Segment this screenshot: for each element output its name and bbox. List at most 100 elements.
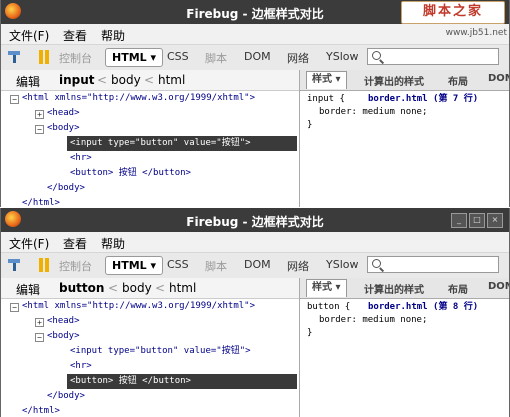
close-icon[interactable]: × (487, 213, 503, 228)
breadcrumb-separator: < (155, 281, 166, 295)
pause-icon[interactable] (39, 50, 50, 64)
breadcrumb-item[interactable]: html (158, 73, 185, 87)
tree-node-head[interactable]: <head> (47, 106, 80, 121)
search-input[interactable] (367, 256, 499, 273)
tab-style[interactable]: 样式 ▾ (306, 71, 347, 89)
side-panel: 样式 ▾ 计算出的样式 布局 DOM border.html (第 8 行) b… (300, 278, 509, 417)
menu-file[interactable]: 文件(F) (9, 27, 49, 44)
tab-net[interactable]: 网络 (287, 50, 309, 66)
collapse-icon[interactable]: − (35, 125, 44, 134)
tab-layout[interactable]: 布局 (448, 73, 468, 88)
collapse-icon[interactable]: − (35, 333, 44, 342)
window-controls: _ □ × (449, 212, 503, 228)
tab-dom[interactable]: DOM (244, 50, 271, 63)
collapse-icon[interactable]: − (10, 303, 19, 312)
expand-icon[interactable]: + (35, 110, 44, 119)
title-bar: Firebug - 边框样式对比 _ □ × (1, 208, 509, 232)
tab-css[interactable]: CSS (167, 258, 189, 271)
toolbar: 控制台 HTML ▾ CSS 脚本 DOM 网络 YSlow (1, 45, 509, 71)
toolbar: 控制台 HTML ▾ CSS 脚本 DOM 网络 YSlow (1, 253, 509, 279)
search-input[interactable] (367, 48, 499, 65)
menu-bar: 文件(F) 查看 帮助 (1, 232, 509, 253)
watermark-logo: 脚本之家 (401, 1, 505, 24)
collapse-icon[interactable]: − (10, 95, 19, 104)
breadcrumb-item[interactable]: body (122, 281, 152, 295)
tree-node-html-close: </html> (22, 198, 60, 207)
tab-console[interactable]: 控制台 (59, 258, 92, 274)
breadcrumb-separator: < (108, 281, 119, 295)
tab-computed-style[interactable]: 计算出的样式 (364, 281, 424, 296)
tree-node-html[interactable]: <html xmlns="http://www.w3.org/1999/xhtm… (22, 299, 255, 314)
tree-node-body[interactable]: <body> (47, 121, 80, 136)
breadcrumb-item[interactable]: input (59, 73, 95, 87)
expand-icon[interactable]: + (35, 318, 44, 327)
inspect-icon[interactable] (8, 50, 21, 63)
breadcrumb-item[interactable]: body (111, 73, 141, 87)
panes: 编辑 input < body < html − <html xmlns="ht… (1, 70, 509, 207)
tab-computed-style[interactable]: 计算出的样式 (364, 73, 424, 88)
tab-css[interactable]: CSS (167, 50, 189, 63)
tab-net[interactable]: 网络 (287, 258, 309, 274)
tab-side-dom[interactable]: DOM (488, 281, 509, 292)
tab-script[interactable]: 脚本 (205, 258, 227, 274)
firebug-window-1: Firebug - 边框样式对比 脚本之家 文件(F) 查看 帮助 www.jb… (0, 0, 510, 207)
minimize-icon[interactable]: _ (451, 213, 467, 228)
tab-html[interactable]: HTML ▾ (105, 256, 164, 275)
css-source-link[interactable]: border.html (第 8 行) (368, 301, 478, 314)
side-tabs: 样式 ▾ 计算出的样式 布局 DOM (300, 70, 509, 91)
css-property[interactable]: border: medium none; (319, 314, 427, 327)
inspect-icon[interactable] (8, 258, 21, 271)
tree-node-body-close: </body> (47, 183, 85, 193)
tab-yslow[interactable]: YSlow (326, 50, 358, 63)
breadcrumb-item[interactable]: button (59, 281, 104, 295)
tree-node-button-selected[interactable]: <button> 按钮 </button> (67, 374, 297, 389)
tree-node-button[interactable]: <button> 按钮 </button> (70, 166, 191, 181)
tab-side-dom[interactable]: DOM (488, 73, 509, 84)
title-bar: Firebug - 边框样式对比 脚本之家 (1, 0, 509, 24)
breadcrumb-separator: < (144, 73, 155, 87)
maximize-icon[interactable]: □ (469, 213, 485, 228)
menu-view[interactable]: 查看 (63, 235, 87, 252)
edit-button[interactable]: 编辑 (16, 73, 40, 90)
tab-yslow[interactable]: YSlow (326, 258, 358, 271)
search-icon (372, 259, 381, 268)
tab-console[interactable]: 控制台 (59, 50, 92, 66)
panes: 编辑 button < body < html − <html xmlns="h… (1, 278, 509, 417)
tree-node-body[interactable]: <body> (47, 329, 80, 344)
breadcrumb-item[interactable]: html (169, 281, 196, 295)
search-icon (372, 51, 381, 60)
menu-bar: 文件(F) 查看 帮助 www.jb51.net (1, 24, 509, 45)
tree-node-input-selected[interactable]: <input type="button" value="按钮"> (67, 136, 297, 151)
tree-node-html-close: </html> (22, 406, 60, 416)
css-selector: button { (307, 302, 351, 312)
tree-node-input[interactable]: <input type="button" value="按钮"> (70, 344, 251, 359)
tab-style[interactable]: 样式 ▾ (306, 279, 347, 297)
tree-node-head[interactable]: <head> (47, 314, 80, 329)
menu-help[interactable]: 帮助 (101, 235, 125, 252)
css-close: } (307, 120, 313, 130)
tab-html[interactable]: HTML ▾ (105, 48, 164, 67)
breadcrumb-separator: < (97, 73, 108, 87)
menu-help[interactable]: 帮助 (101, 27, 125, 44)
menu-view[interactable]: 查看 (63, 27, 87, 44)
tab-dom[interactable]: DOM (244, 258, 271, 271)
window-title: Firebug - 边框样式对比 (186, 215, 324, 229)
pause-icon[interactable] (39, 258, 50, 272)
tab-script[interactable]: 脚本 (205, 50, 227, 66)
css-source-link[interactable]: border.html (第 7 行) (368, 93, 478, 106)
tab-layout[interactable]: 布局 (448, 281, 468, 296)
tree-node-hr[interactable]: <hr> (70, 151, 92, 166)
firebug-window-2: Firebug - 边框样式对比 _ □ × 文件(F) 查看 帮助 控制台 HTM… (0, 208, 510, 417)
css-close: } (307, 328, 313, 338)
html-panel: 编辑 input < body < html − <html xmlns="ht… (1, 70, 300, 207)
tree-node-html[interactable]: <html xmlns="http://www.w3.org/1999/xhtm… (22, 91, 255, 106)
css-selector: input { (307, 94, 345, 104)
css-property[interactable]: border: medium none; (319, 106, 427, 119)
menu-file[interactable]: 文件(F) (9, 235, 49, 252)
side-tabs: 样式 ▾ 计算出的样式 布局 DOM (300, 278, 509, 299)
edit-button[interactable]: 编辑 (16, 281, 40, 298)
side-panel: 样式 ▾ 计算出的样式 布局 DOM border.html (第 7 行) i… (300, 70, 509, 207)
tree-node-hr[interactable]: <hr> (70, 359, 92, 374)
tree-node-body-close: </body> (47, 391, 85, 401)
breadcrumb: 编辑 input < body < html (1, 70, 299, 91)
